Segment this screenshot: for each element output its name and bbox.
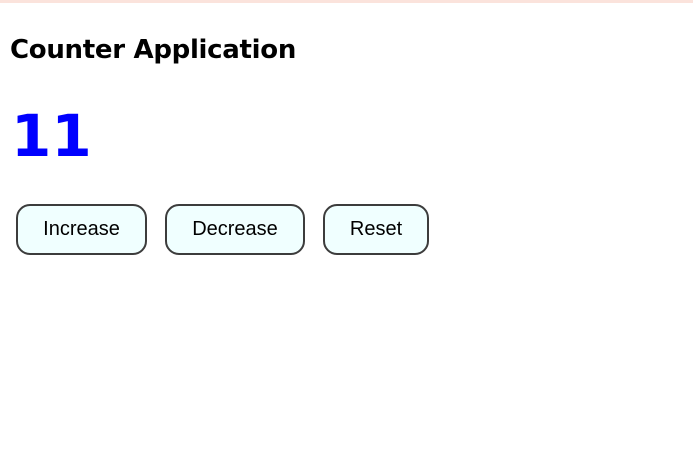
- reset-button[interactable]: Reset: [323, 204, 429, 255]
- counter-value: 11: [11, 102, 92, 170]
- page-title: Counter Application: [10, 35, 297, 65]
- decrease-button[interactable]: Decrease: [165, 204, 305, 255]
- counter-app: Counter Application 11 Increase Decrease…: [10, 3, 693, 464]
- counter-controls: Increase Decrease Reset: [16, 204, 429, 255]
- increase-button[interactable]: Increase: [16, 204, 147, 255]
